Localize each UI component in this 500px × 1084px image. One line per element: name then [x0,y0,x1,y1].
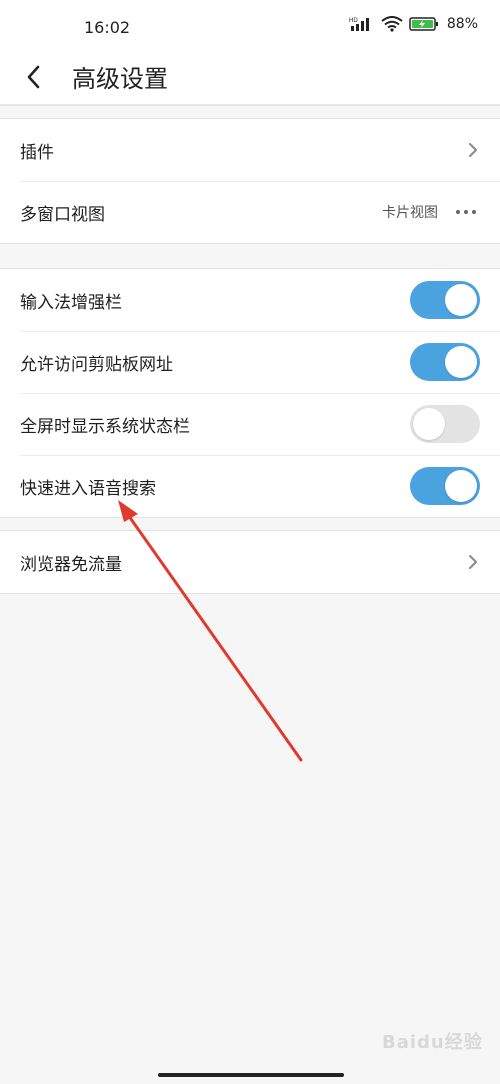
watermark-logo: Baidu经验 [382,1032,483,1053]
annotation-arrow [118,500,303,762]
home-indicator[interactable] [158,1073,344,1077]
